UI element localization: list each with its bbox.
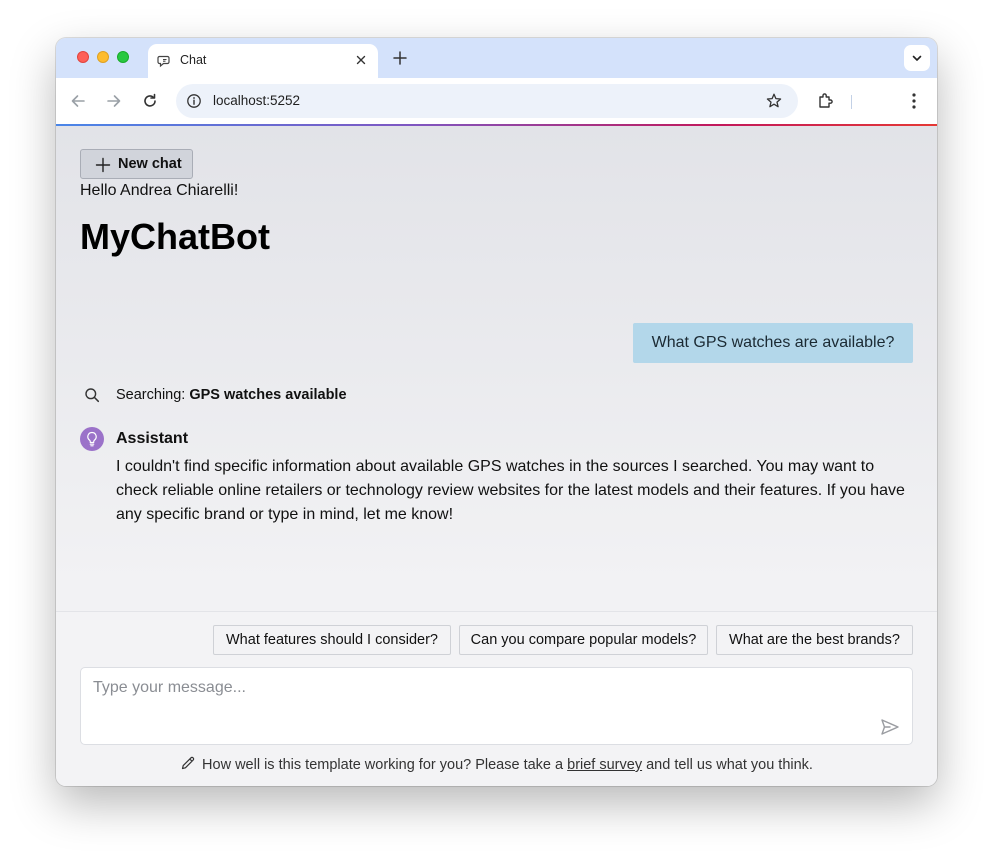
search-query: GPS watches available	[189, 387, 347, 403]
browser-toolbar: localhost:5252	[56, 78, 937, 124]
message-input[interactable]	[81, 668, 912, 744]
new-chat-button[interactable]: New chat	[80, 149, 193, 179]
suggestion-button[interactable]: Can you compare popular models?	[459, 625, 708, 655]
kebab-menu-icon[interactable]	[907, 92, 921, 110]
survey-link[interactable]: brief survey	[567, 757, 642, 773]
user-message: What GPS watches are available?	[633, 323, 913, 363]
tab-title: Chat	[180, 53, 207, 67]
survey-text-after: and tell us what you think.	[646, 757, 813, 773]
reload-icon[interactable]	[141, 92, 159, 110]
greeting: Hello Andrea Chiarelli!	[80, 182, 239, 199]
survey-prompt: How well is this template working for yo…	[56, 755, 937, 773]
page-title: MyChatBot	[80, 216, 270, 257]
info-icon[interactable]	[186, 93, 202, 109]
pencil-icon	[181, 756, 195, 770]
assistant-avatar	[80, 427, 104, 451]
chat-page: New chat Hello Andrea Chiarelli! MyChatB…	[56, 126, 937, 786]
toolbar-divider	[851, 95, 852, 109]
chevron-down-icon	[912, 55, 922, 61]
lightbulb-icon	[87, 431, 97, 447]
survey-text-before: How well is this template working for yo…	[202, 757, 564, 773]
suggestion-button[interactable]: What features should I consider?	[213, 625, 451, 655]
minimize-window-button[interactable]	[97, 51, 109, 63]
tab-strip: Chat	[56, 38, 937, 78]
composer-area: What features should I consider? Can you…	[56, 611, 937, 786]
assistant-name: Assistant	[116, 430, 189, 447]
url-text[interactable]: localhost:5252	[213, 93, 300, 108]
browser-window: Chat localhost:5252 New chat Hello Andre…	[56, 38, 937, 786]
message-composer	[80, 667, 913, 745]
close-window-button[interactable]	[77, 51, 89, 63]
search-icon	[85, 388, 100, 403]
send-icon[interactable]	[880, 718, 900, 736]
search-status: Searching: GPS watches available	[116, 387, 347, 403]
close-icon[interactable]	[353, 52, 369, 68]
star-icon[interactable]	[765, 92, 783, 110]
tab-chat[interactable]: Chat	[148, 44, 378, 78]
chat-tab-icon	[157, 55, 170, 68]
maximize-window-button[interactable]	[117, 51, 129, 63]
search-prefix: Searching:	[116, 387, 186, 403]
suggestion-button[interactable]: What are the best brands?	[716, 625, 913, 655]
plus-icon	[95, 157, 111, 173]
new-chat-label: New chat	[118, 156, 182, 172]
plus-icon[interactable]	[391, 49, 409, 67]
address-bar[interactable]: localhost:5252	[176, 84, 798, 118]
back-arrow-icon[interactable]	[69, 92, 87, 110]
forward-arrow-icon[interactable]	[105, 92, 123, 110]
assistant-message: I couldn't find specific information abo…	[116, 458, 905, 523]
extensions-icon[interactable]	[816, 91, 836, 111]
tab-search-button[interactable]	[904, 45, 930, 71]
